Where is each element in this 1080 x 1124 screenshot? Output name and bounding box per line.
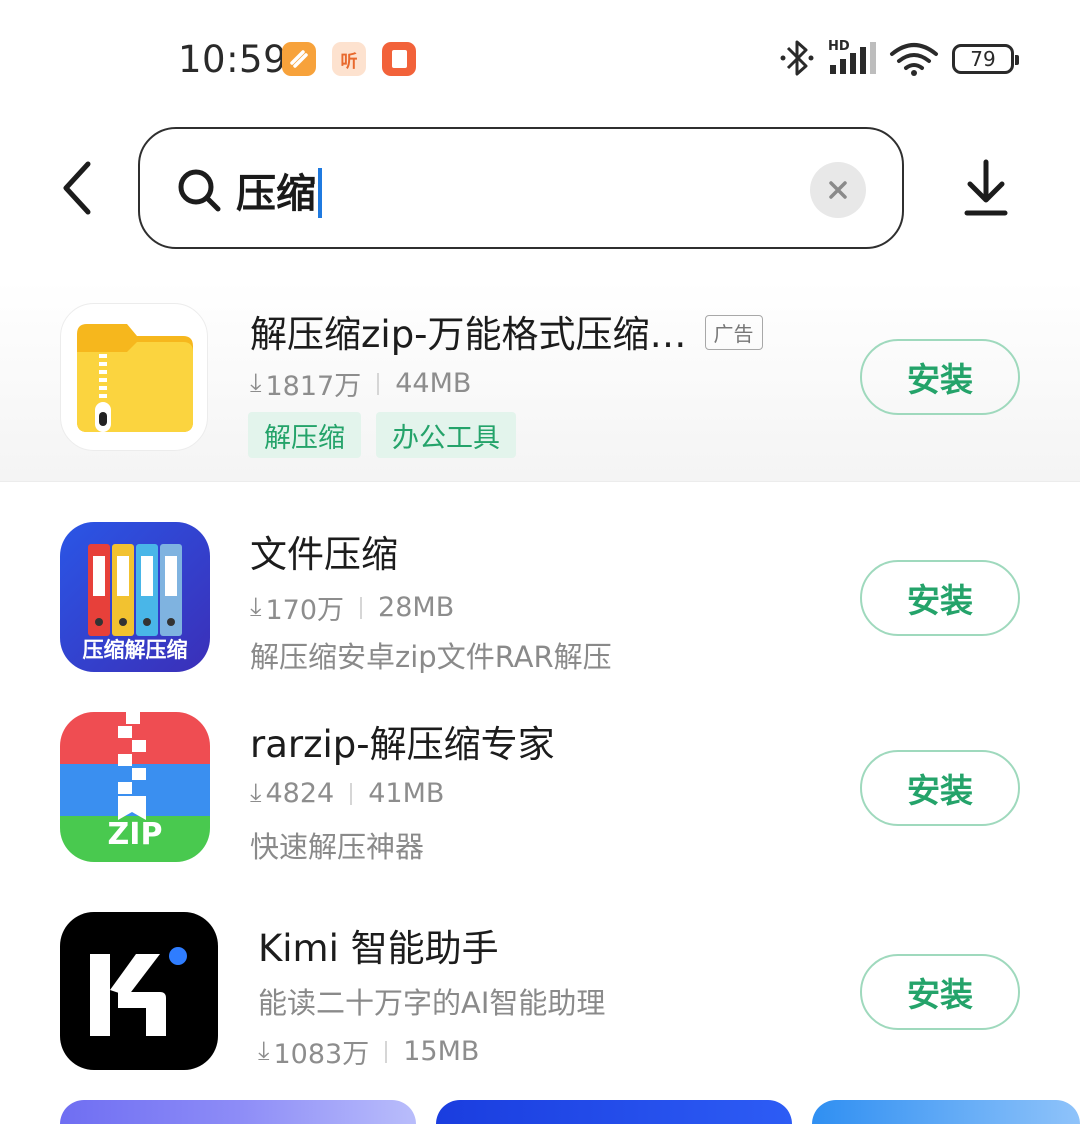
back-arrow-icon[interactable]	[58, 160, 98, 216]
bluetooth-icon	[786, 40, 808, 76]
notification-doc-icon	[382, 42, 416, 76]
app-tag[interactable]: 解压缩	[248, 412, 361, 458]
app-icon-label: ZIP	[107, 817, 163, 852]
promo-banner[interactable]	[812, 1100, 1080, 1124]
status-icons: HD	[780, 39, 938, 76]
svg-text:HD: HD	[828, 39, 850, 54]
install-button[interactable]: 安装	[860, 339, 1020, 415]
text-cursor	[318, 168, 322, 218]
signal-icon: HD	[828, 39, 876, 74]
app-name: 解压缩zip-万能格式压缩… 广告	[250, 304, 763, 358]
ad-app-row[interactable]: 解压缩zip-万能格式压缩… 广告 ⤓ 1817万 44MB 解压缩 办公工具 安装	[0, 280, 1080, 482]
app-row[interactable]: 压缩解压缩 文件压缩 ⤓ 170万 28MB 解压缩安卓zip文件RAR解压 安装	[0, 522, 1080, 682]
app-description: 快速解压神器	[250, 830, 425, 864]
app-row[interactable]: Kimi 智能助手 能读二十万字的AI智能助理 ⤓ 1083万 15MB 安装	[0, 912, 1080, 1072]
app-meta: ⤓ 1083万 15MB	[258, 1036, 480, 1070]
status-time: 10:59	[178, 38, 288, 81]
clear-search-button[interactable]	[810, 162, 866, 218]
app-tag[interactable]: 办公工具	[376, 412, 516, 458]
download-count-icon: ⤓	[258, 1036, 270, 1066]
app-icon-rarzip: ZIP	[60, 712, 210, 862]
status-bar: 10:59 听 HD 79	[0, 0, 1080, 110]
notification-app-icon	[282, 42, 316, 76]
app-meta: ⤓ 4824 41MB	[250, 778, 445, 809]
app-icon-label: 压缩解压缩	[82, 638, 188, 662]
search-query[interactable]: 压缩	[236, 161, 322, 219]
install-button[interactable]: 安装	[860, 954, 1020, 1030]
download-count-icon: ⤓	[250, 778, 262, 808]
promo-banner[interactable]	[436, 1100, 792, 1124]
search-input[interactable]: 压缩	[138, 127, 904, 249]
promo-banner[interactable]	[60, 1100, 416, 1124]
app-meta: ⤓ 1817万 44MB	[250, 368, 472, 402]
install-button[interactable]: 安装	[860, 750, 1020, 826]
app-meta: ⤓ 170万 28MB	[250, 592, 455, 626]
search-icon	[178, 169, 221, 212]
download-count-icon: ⤓	[250, 592, 262, 622]
ad-badge: 广告	[704, 315, 763, 350]
app-icon-file-compress: 压缩解压缩	[60, 522, 210, 672]
app-row[interactable]: ZIP rarzip-解压缩专家 ⤓ 4824 41MB 快速解压神器 安装	[0, 712, 1080, 872]
app-name: 文件压缩	[250, 533, 398, 576]
install-button[interactable]: 安装	[860, 560, 1020, 636]
app-name: rarzip-解压缩专家	[250, 723, 555, 766]
wifi-icon	[890, 43, 938, 70]
battery-indicator: 79	[952, 44, 1019, 74]
close-icon	[829, 181, 847, 199]
notification-listen-icon: 听	[332, 42, 366, 76]
app-icon-zip-folder	[60, 303, 208, 451]
app-name: Kimi 智能助手	[258, 927, 499, 970]
download-manager-icon[interactable]	[962, 158, 1010, 218]
app-description: 解压缩安卓zip文件RAR解压	[250, 640, 612, 674]
app-description: 能读二十万字的AI智能助理	[258, 986, 606, 1020]
download-count-icon: ⤓	[250, 368, 262, 398]
app-icon-kimi	[60, 912, 218, 1070]
